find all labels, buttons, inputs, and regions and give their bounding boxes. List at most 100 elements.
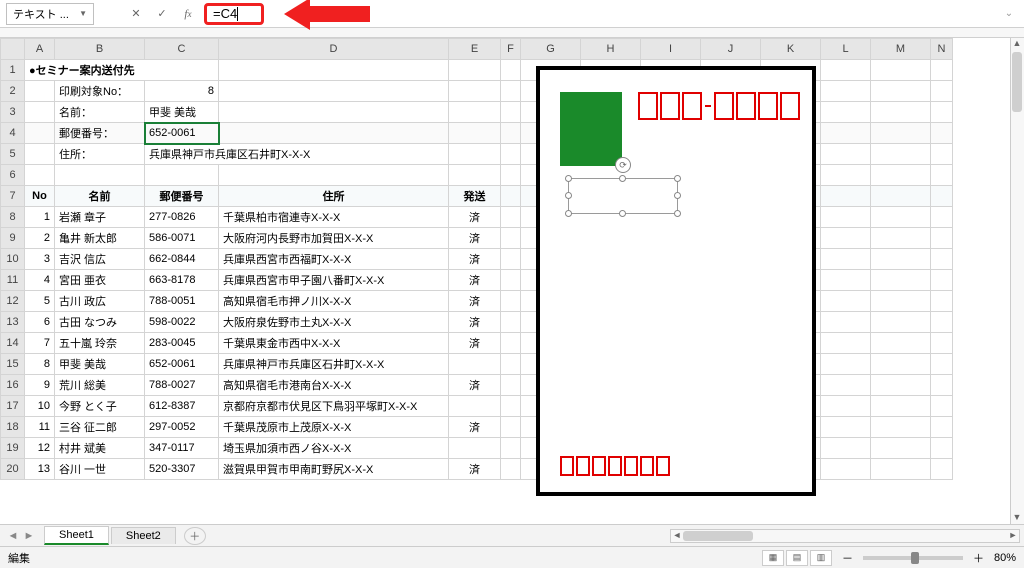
cell[interactable] bbox=[25, 81, 55, 102]
col-header[interactable]: B bbox=[55, 39, 145, 60]
cell[interactable] bbox=[821, 60, 871, 81]
cell-address[interactable]: 兵庫県西宮市甲子園八番町X-X-X bbox=[219, 270, 449, 291]
cell-address[interactable]: 兵庫県西宮市西福町X-X-X bbox=[219, 249, 449, 270]
th-no[interactable]: No bbox=[25, 186, 55, 207]
cell[interactable] bbox=[931, 249, 953, 270]
cell-name[interactable]: 甲斐 美哉 bbox=[55, 354, 145, 375]
resize-handle[interactable] bbox=[565, 175, 572, 182]
select-all-corner[interactable] bbox=[1, 39, 25, 60]
row-header[interactable]: 10 bbox=[1, 249, 25, 270]
cell[interactable] bbox=[219, 165, 449, 186]
cell-name[interactable]: 古川 政広 bbox=[55, 291, 145, 312]
cell[interactable] bbox=[501, 333, 521, 354]
row-header[interactable]: 19 bbox=[1, 438, 25, 459]
cell[interactable] bbox=[871, 123, 931, 144]
cell[interactable] bbox=[871, 81, 931, 102]
cell-sent[interactable]: 済 bbox=[449, 270, 501, 291]
cell[interactable] bbox=[501, 123, 521, 144]
cell-no[interactable]: 9 bbox=[25, 375, 55, 396]
cell-sent[interactable] bbox=[449, 354, 501, 375]
th-sent[interactable]: 発送 bbox=[449, 186, 501, 207]
value-cell[interactable]: 8 bbox=[145, 81, 219, 102]
cell[interactable] bbox=[501, 165, 521, 186]
cell[interactable] bbox=[871, 438, 931, 459]
fx-icon[interactable]: fx bbox=[178, 4, 198, 24]
cell[interactable] bbox=[931, 270, 953, 291]
scroll-left-icon[interactable]: ◄ bbox=[671, 530, 683, 542]
row-header[interactable]: 12 bbox=[1, 291, 25, 312]
cell[interactable] bbox=[501, 396, 521, 417]
cell-name[interactable]: 亀井 新太郎 bbox=[55, 228, 145, 249]
col-header[interactable]: D bbox=[219, 39, 449, 60]
horizontal-scrollbar[interactable]: ◄ ► bbox=[670, 529, 1020, 543]
selected-cell[interactable]: 652-0061 bbox=[145, 123, 219, 144]
postcard-shape[interactable]: ⟳ bbox=[536, 66, 816, 496]
cell-address[interactable]: 兵庫県神戸市兵庫区石井町X-X-X bbox=[219, 354, 449, 375]
cell[interactable] bbox=[931, 396, 953, 417]
cell[interactable] bbox=[871, 249, 931, 270]
cell[interactable] bbox=[871, 333, 931, 354]
row-header[interactable]: 13 bbox=[1, 312, 25, 333]
cell[interactable] bbox=[25, 144, 55, 165]
zoom-thumb[interactable] bbox=[911, 552, 919, 564]
cell[interactable] bbox=[821, 102, 871, 123]
row-header[interactable]: 1 bbox=[1, 60, 25, 81]
row-header[interactable]: 6 bbox=[1, 165, 25, 186]
cell[interactable] bbox=[449, 102, 501, 123]
cell[interactable] bbox=[821, 354, 871, 375]
worksheet-grid[interactable]: A B C D E F G H I J K L M N 1●セミナー案内送付先2… bbox=[0, 38, 1024, 524]
cell-sent[interactable]: 済 bbox=[449, 207, 501, 228]
col-header[interactable]: A bbox=[25, 39, 55, 60]
cell[interactable] bbox=[871, 312, 931, 333]
name-box[interactable]: テキスト ... ▼ bbox=[6, 3, 94, 25]
row-header[interactable]: 4 bbox=[1, 123, 25, 144]
col-header[interactable]: C bbox=[145, 39, 219, 60]
cell[interactable] bbox=[821, 186, 871, 207]
scroll-right-icon[interactable]: ► bbox=[1007, 530, 1019, 542]
cell-address[interactable]: 高知県宿毛市押ノ川X-X-X bbox=[219, 291, 449, 312]
row-header[interactable]: 14 bbox=[1, 333, 25, 354]
cell-name[interactable]: 今野 とく子 bbox=[55, 396, 145, 417]
page-break-view-icon[interactable]: ▥ bbox=[810, 550, 832, 566]
cell-address[interactable]: 埼玉県加須市西ノ谷X-X-X bbox=[219, 438, 449, 459]
tab-nav-buttons[interactable]: ◄ ► bbox=[0, 530, 42, 542]
scroll-thumb[interactable] bbox=[683, 531, 753, 541]
cell[interactable] bbox=[821, 123, 871, 144]
cell[interactable] bbox=[821, 207, 871, 228]
cell-postal[interactable]: 586-0071 bbox=[145, 228, 219, 249]
cell[interactable] bbox=[821, 144, 871, 165]
col-header[interactable]: I bbox=[641, 39, 701, 60]
formula-input[interactable]: =C4 bbox=[204, 3, 264, 25]
cell-postal[interactable]: 788-0051 bbox=[145, 291, 219, 312]
row-header[interactable]: 16 bbox=[1, 375, 25, 396]
cell-sent[interactable]: 済 bbox=[449, 417, 501, 438]
zoom-out-button[interactable]: － bbox=[842, 550, 853, 566]
row-header[interactable]: 5 bbox=[1, 144, 25, 165]
cell-sent[interactable]: 済 bbox=[449, 249, 501, 270]
column-headers[interactable]: A B C D E F G H I J K L M N bbox=[1, 39, 953, 60]
cell[interactable] bbox=[931, 312, 953, 333]
cell[interactable] bbox=[501, 228, 521, 249]
cell-postal[interactable]: 652-0061 bbox=[145, 354, 219, 375]
cell[interactable] bbox=[821, 270, 871, 291]
cell[interactable] bbox=[501, 312, 521, 333]
cell-name[interactable]: 宮田 亜衣 bbox=[55, 270, 145, 291]
cell[interactable] bbox=[931, 144, 953, 165]
cell-sent[interactable]: 済 bbox=[449, 312, 501, 333]
zoom-in-button[interactable]: ＋ bbox=[973, 550, 984, 566]
cell-no[interactable]: 3 bbox=[25, 249, 55, 270]
cell-name[interactable]: 村井 斌美 bbox=[55, 438, 145, 459]
cell-address[interactable]: 大阪府河内長野市加賀田X-X-X bbox=[219, 228, 449, 249]
cell[interactable] bbox=[821, 165, 871, 186]
expand-formula-bar-icon[interactable]: ⌄ bbox=[1000, 5, 1018, 23]
cell-postal[interactable]: 283-0045 bbox=[145, 333, 219, 354]
scroll-up-icon[interactable]: ▲ bbox=[1011, 38, 1023, 50]
cell-sent[interactable]: 済 bbox=[449, 228, 501, 249]
col-header[interactable]: J bbox=[701, 39, 761, 60]
th-name[interactable]: 名前 bbox=[55, 186, 145, 207]
cell[interactable] bbox=[219, 102, 449, 123]
cell[interactable] bbox=[871, 60, 931, 81]
cell-no[interactable]: 13 bbox=[25, 459, 55, 480]
cell[interactable] bbox=[871, 144, 931, 165]
sheet-tab-1[interactable]: Sheet1 bbox=[44, 526, 109, 545]
